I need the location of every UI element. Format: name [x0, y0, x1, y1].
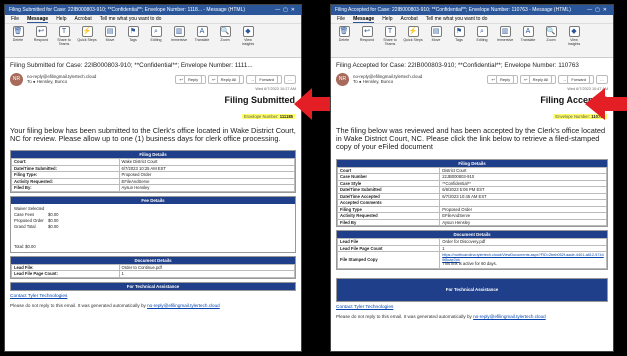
red-arrow-left-window [294, 88, 330, 120]
annotation-arrows [294, 88, 627, 120]
red-arrow-right-window [585, 88, 627, 120]
